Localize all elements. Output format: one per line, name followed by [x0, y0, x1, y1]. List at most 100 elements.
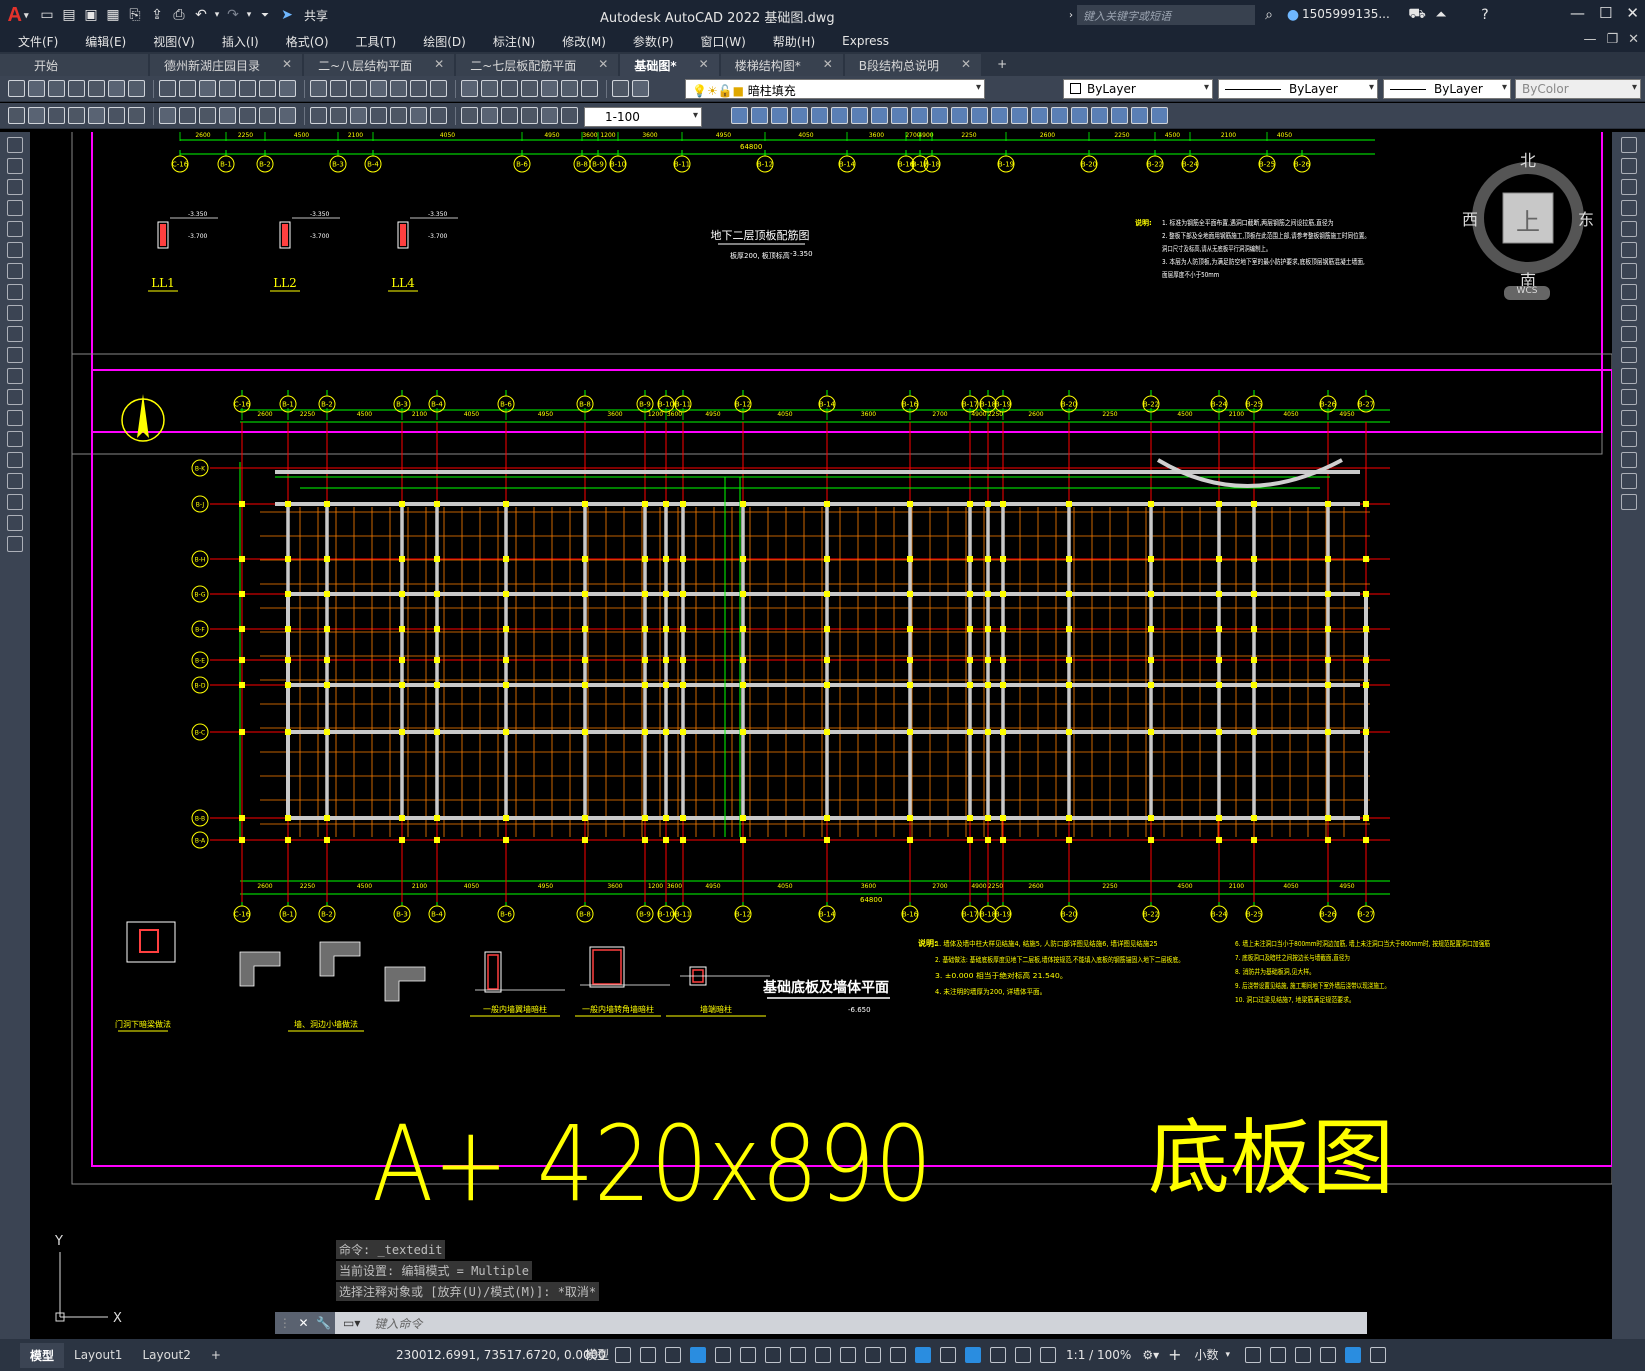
layer-dropdown[interactable]: 💡☀🔓■ 暗柱填充 ▾	[685, 79, 985, 99]
rstrip-tool-icon-9[interactable]	[1620, 326, 1637, 342]
tb2-right-tool-icon-1[interactable]	[751, 107, 768, 124]
linetype-dropdown[interactable]: ByLayer ▾	[1218, 79, 1378, 99]
customize-cmd-icon[interactable]: 🔧	[316, 1316, 331, 1330]
rstrip-tool-icon-17[interactable]	[1620, 494, 1637, 510]
tb1-tool-icon-7[interactable]	[159, 80, 176, 97]
tb2-right-tool-icon-8[interactable]	[891, 107, 908, 124]
annotation-monitor-icon[interactable]: +	[1168, 1345, 1181, 1364]
open-web-icon[interactable]: ⎘	[124, 4, 146, 26]
redo-icon[interactable]: ↷	[222, 4, 244, 26]
tb2-tool-icon-3[interactable]	[68, 107, 85, 124]
lstrip-tool-icon-10[interactable]	[7, 347, 23, 363]
tb1-tool-icon-5[interactable]	[108, 80, 125, 97]
tb1-tool-icon-4[interactable]	[88, 80, 105, 97]
transparency-icon[interactable]	[840, 1346, 857, 1363]
tb1-tool-icon-1[interactable]	[28, 80, 45, 97]
wcs-menu[interactable]: WCS	[1504, 286, 1550, 300]
infer-icon[interactable]	[665, 1346, 682, 1363]
help-icon[interactable]: ?	[1474, 4, 1496, 26]
lstrip-tool-icon-14[interactable]	[7, 431, 23, 447]
doc-close-icon[interactable]: ✕	[1628, 32, 1639, 47]
lineweight-dropdown[interactable]: ByLayer ▾	[1383, 79, 1511, 99]
annotation-scale[interactable]: 1:1 / 100%	[1066, 1348, 1131, 1362]
tb2-right-tool-icon-21[interactable]	[1151, 107, 1168, 124]
tb1-tool-icon-20[interactable]	[430, 80, 447, 97]
selection-cycling-icon[interactable]	[865, 1346, 882, 1363]
minimize-button[interactable]: —	[1570, 4, 1585, 22]
viewcube[interactable]: 北 南 西 东 上 WCS	[1462, 151, 1594, 312]
selection-filter-icon[interactable]	[940, 1346, 957, 1363]
tb2-tool-icon-8[interactable]	[179, 107, 196, 124]
tb1-tool-icon-26[interactable]	[561, 80, 578, 97]
rstrip-tool-icon-7[interactable]	[1620, 284, 1637, 300]
tb1-tool-icon-13[interactable]	[279, 80, 296, 97]
tb2-right-tool-icon-20[interactable]	[1131, 107, 1148, 124]
plot-icon[interactable]: ⎙	[168, 4, 190, 26]
viewcube-north[interactable]: 北	[1520, 147, 1536, 171]
tb2-right-tool-icon-17[interactable]	[1071, 107, 1088, 124]
otrack-icon[interactable]	[765, 1346, 782, 1363]
tb2-right-tool-icon-12[interactable]	[971, 107, 988, 124]
tb1-tool-icon-23[interactable]	[501, 80, 518, 97]
tb2-right-tool-icon-7[interactable]	[871, 107, 888, 124]
lstrip-tool-icon-9[interactable]	[7, 326, 23, 342]
close-tab-icon[interactable]: ✕	[598, 57, 608, 71]
file-tab-4[interactable]: 基础图* ✕	[620, 54, 719, 76]
lstrip-tool-icon-3[interactable]	[7, 200, 23, 216]
rstrip-tool-icon-12[interactable]	[1620, 389, 1637, 405]
menu-item-10[interactable]: 窗口(W)	[701, 33, 746, 50]
menu-item-2[interactable]: 视图(V)	[153, 33, 195, 50]
lstrip-tool-icon-12[interactable]	[7, 389, 23, 405]
tb2-right-tool-icon-16[interactable]	[1051, 107, 1068, 124]
units-dropdown[interactable]: 小数	[1195, 1346, 1219, 1363]
tb2-tool-icon-21[interactable]	[461, 107, 478, 124]
viewcube-west[interactable]: 西	[1462, 206, 1478, 230]
tb1-tool-icon-22[interactable]	[481, 80, 498, 97]
dynamic-ucs-icon[interactable]	[915, 1346, 932, 1363]
grid-icon[interactable]	[615, 1346, 632, 1363]
file-tab-1[interactable]: 德州新湖庄园目录 ✕	[150, 54, 303, 76]
tb2-right-tool-icon-5[interactable]	[831, 107, 848, 124]
search-icon[interactable]: ⌕	[1258, 4, 1280, 26]
menu-item-3[interactable]: 插入(I)	[222, 33, 259, 50]
tb1-tool-icon-18[interactable]	[390, 80, 407, 97]
model-space-button[interactable]: 模型	[585, 1346, 609, 1363]
tb1-tool-icon-12[interactable]	[259, 80, 276, 97]
menu-item-7[interactable]: 标注(N)	[493, 33, 535, 50]
rstrip-tool-icon-13[interactable]	[1620, 410, 1637, 426]
layout-tab-0[interactable]: 模型	[20, 1342, 65, 1368]
lstrip-tool-icon-19[interactable]	[7, 536, 23, 552]
lstrip-tool-icon-4[interactable]	[7, 221, 23, 237]
tb2-tool-icon-25[interactable]	[541, 107, 558, 124]
doc-restore-icon[interactable]: ❐	[1606, 32, 1618, 47]
rstrip-tool-icon-14[interactable]	[1620, 431, 1637, 447]
lstrip-tool-icon-7[interactable]	[7, 284, 23, 300]
tb2-tool-icon-2[interactable]	[48, 107, 65, 124]
tb1-tool-icon-11[interactable]	[239, 80, 256, 97]
lstrip-tool-icon-11[interactable]	[7, 368, 23, 384]
new-icon[interactable]: ▭	[36, 4, 58, 26]
polar-icon[interactable]	[715, 1346, 732, 1363]
lineweight-icon[interactable]	[815, 1346, 832, 1363]
new-tab-button[interactable]: +	[983, 54, 1017, 76]
tb2-tool-icon-1[interactable]	[28, 107, 45, 124]
layout-tab-2[interactable]: Layout2	[132, 1344, 200, 1366]
tb2-right-tool-icon-18[interactable]	[1091, 107, 1108, 124]
rstrip-tool-icon-4[interactable]	[1620, 221, 1637, 237]
save-as-icon[interactable]: ▦	[102, 4, 124, 26]
file-tab-5[interactable]: 楼梯结构图* ✕	[720, 54, 843, 76]
tb2-tool-icon-7[interactable]	[159, 107, 176, 124]
file-tab-6[interactable]: B段结构总说明 ✕	[844, 54, 982, 76]
add-layout-button[interactable]: +	[201, 1344, 231, 1366]
drawing-canvas[interactable]: 2600 2250 4500 2100 4050 4950 3600 1200 3600 4950…	[30, 132, 1612, 1339]
tb2-right-tool-icon-4[interactable]	[811, 107, 828, 124]
close-tab-icon[interactable]: ✕	[961, 57, 971, 71]
graphics-performance-icon[interactable]	[1320, 1346, 1337, 1363]
close-tab-icon[interactable]: ✕	[434, 57, 444, 71]
lstrip-tool-icon-0[interactable]	[7, 137, 23, 153]
annotation-scale-icon[interactable]	[1040, 1346, 1057, 1363]
rstrip-tool-icon-11[interactable]	[1620, 368, 1637, 384]
tb2-tool-icon-4[interactable]	[88, 107, 105, 124]
menu-item-12[interactable]: Express	[842, 34, 889, 48]
lstrip-tool-icon-6[interactable]	[7, 263, 23, 279]
